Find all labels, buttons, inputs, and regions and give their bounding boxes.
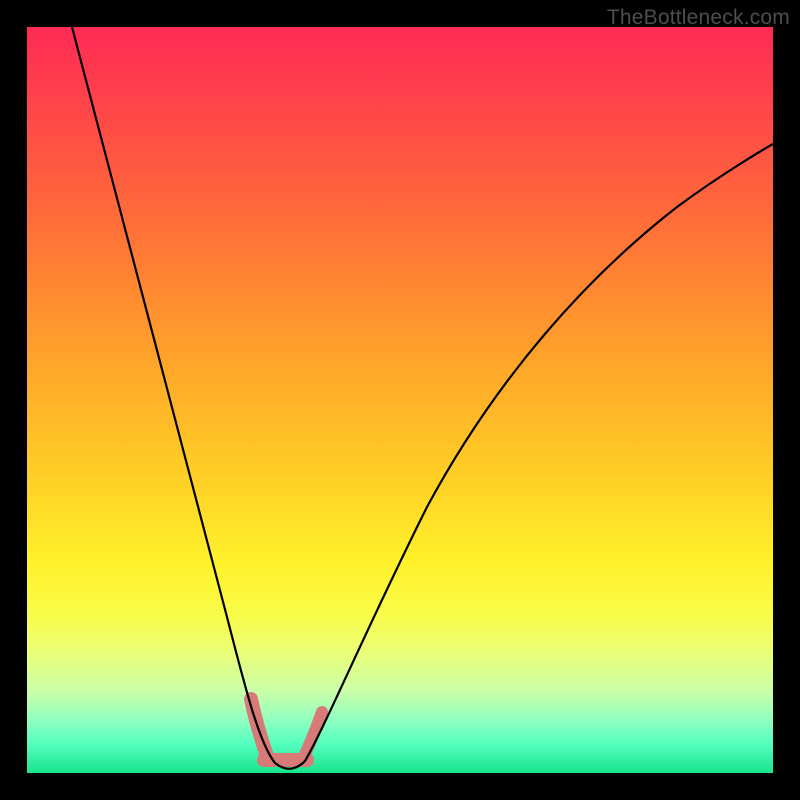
chart-plot-area [27,27,773,773]
watermark-label: TheBottleneck.com [607,6,790,30]
bottleneck-curve-svg [27,27,773,773]
bottleneck-curve-path [72,27,773,769]
